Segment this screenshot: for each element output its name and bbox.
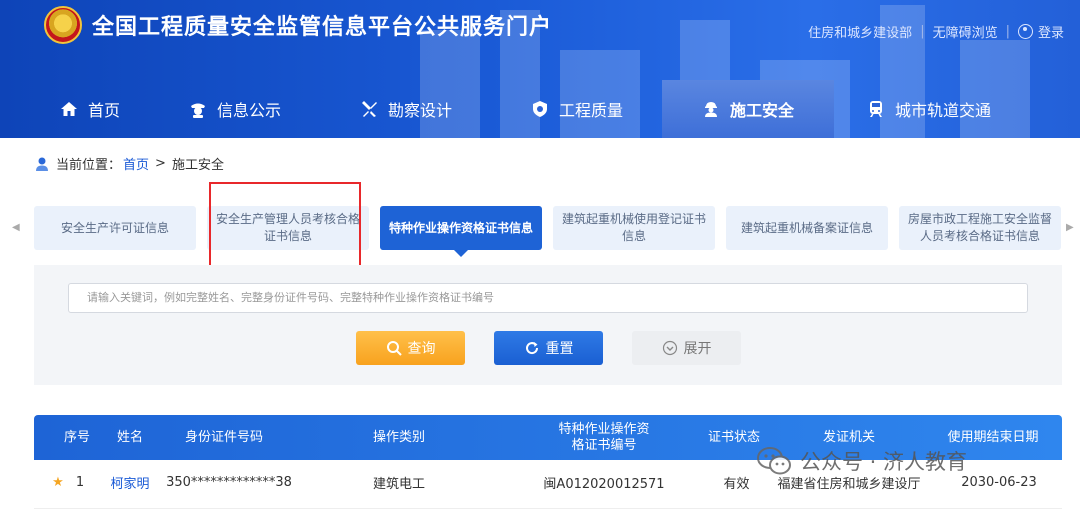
tab-label: 特种作业操作资格证书信息 <box>388 220 533 235</box>
nav-label: 城市轨道交通 <box>894 101 991 120</box>
search-icon <box>386 341 402 356</box>
watermark: 公众号 · 济人教育 <box>756 446 967 476</box>
nav-label: 勘察设计 <box>387 101 452 120</box>
chevron-down-circle-icon <box>662 340 677 356</box>
refresh-icon <box>525 342 538 355</box>
home-icon <box>60 102 77 116</box>
login-link[interactable]: 登录 <box>1038 22 1064 41</box>
tab-crane-registration-cert[interactable]: 建筑起重机械使用登记证书信息 <box>553 206 715 250</box>
highlight-annotation-box <box>209 182 361 274</box>
officer-icon <box>190 103 205 118</box>
tab-special-operation-cert[interactable]: 特种作业操作资格证书信息 <box>380 206 542 257</box>
tab-label: 建筑起重机械备案证信息 <box>740 220 873 235</box>
top-links: 住房和城乡建设部 | 无障碍浏览 | 登录 <box>808 22 1064 41</box>
breadcrumb-home[interactable]: 首页 <box>123 154 149 173</box>
tabs-next-arrow-icon[interactable]: ▶ <box>1066 222 1074 233</box>
expand-button[interactable]: 展开 <box>632 331 741 365</box>
breadcrumb-prefix: 当前位置： <box>56 158 122 173</box>
expand-button-label: 展开 <box>683 341 712 357</box>
cell-category: 建筑电工 <box>372 476 425 492</box>
search-input[interactable]: 请输入关键词，例如完整姓名、完整身份证件号码、完整特种作业操作资格证书编号 <box>68 283 1028 313</box>
cell-index: 1 <box>75 474 85 490</box>
site-header: 全国工程质量安全监管信息平台公共服务门户 住房和城乡建设部 | 无障碍浏览 | … <box>0 0 1080 138</box>
tools-icon <box>361 101 377 117</box>
tab-label: 房屋市政工程施工安全监督人员考核合格证书信息 <box>907 212 1052 243</box>
reset-button[interactable]: 重置 <box>494 331 603 365</box>
link-accessibility[interactable]: 无障碍浏览 <box>933 22 998 41</box>
nav-item-info[interactable]: 信息公示 <box>150 80 320 138</box>
cell-id-number: 350*************38 <box>166 474 292 490</box>
nav-label: 信息公示 <box>216 101 281 120</box>
query-button[interactable]: 查询 <box>356 331 465 365</box>
nav-item-construction-safety[interactable]: 施工安全 <box>662 80 834 138</box>
tab-crane-filing-cert[interactable]: 建筑起重机械备案证信息 <box>726 206 888 250</box>
nav-item-survey[interactable]: 勘察设计 <box>320 80 492 138</box>
nav-label: 工程质量 <box>558 101 623 120</box>
column-header: 序号 <box>63 429 90 445</box>
site-title: 全国工程质量安全监管信息平台公共服务门户 <box>92 15 553 40</box>
tabs-prev-arrow-icon[interactable]: ◀ <box>12 222 20 233</box>
reset-button-label: 重置 <box>545 341 574 357</box>
tab-label: 建筑起重机械使用登记证书信息 <box>561 212 706 243</box>
main-nav: 首页 信息公示 勘察设计 工程质量 施工安全 城市轨道交通 <box>0 80 1080 138</box>
breadcrumb: 当前位置： 首页 > 施工安全 <box>34 154 224 173</box>
nav-label: 首页 <box>87 101 120 120</box>
category-tabs: ◀ 安全生产许可证信息 安全生产管理人员考核合格证书信息 特种作业操作资格证书信… <box>0 204 1080 257</box>
breadcrumb-separator: > <box>155 156 166 171</box>
tab-label: 安全生产许可证信息 <box>60 220 169 235</box>
column-header: 身份证件号码 <box>184 429 263 445</box>
cell-cert-number: 闽A012020012571 <box>543 476 665 492</box>
link-separator: | <box>920 24 925 39</box>
location-person-icon <box>36 157 48 171</box>
nav-item-home[interactable]: 首页 <box>0 80 150 138</box>
tab-safety-license[interactable]: 安全生产许可证信息 <box>34 206 196 250</box>
breadcrumb-current: 施工安全 <box>171 158 224 173</box>
column-header: 特种作业操作资格证书编号 <box>558 421 650 453</box>
column-header: 操作类别 <box>372 429 425 445</box>
user-icon[interactable] <box>1017 24 1033 39</box>
train-icon <box>869 101 882 117</box>
link-ministry[interactable]: 住房和城乡建设部 <box>808 22 912 41</box>
nav-label: 施工安全 <box>729 101 794 120</box>
column-header: 姓名 <box>116 429 143 445</box>
national-emblem-icon <box>44 6 82 44</box>
watermark-text: 公众号 · 济人教育 <box>800 450 968 474</box>
search-panel: 请输入关键词，例如完整姓名、完整身份证件号码、完整特种作业操作资格证书编号 查询… <box>34 265 1062 385</box>
cell-name-link[interactable]: 柯家明 <box>102 460 158 504</box>
wechat-icon <box>757 447 791 475</box>
favorite-star-icon[interactable]: ★ <box>48 460 68 504</box>
query-button-label: 查询 <box>407 341 436 357</box>
nav-item-rail-transit[interactable]: 城市轨道交通 <box>834 80 1024 138</box>
shield-icon <box>532 101 547 117</box>
worker-icon <box>704 102 717 117</box>
tab-supervisor-cert[interactable]: 房屋市政工程施工安全监督人员考核合格证书信息 <box>899 206 1061 250</box>
nav-item-quality[interactable]: 工程质量 <box>492 80 662 138</box>
link-separator: | <box>1005 24 1010 39</box>
